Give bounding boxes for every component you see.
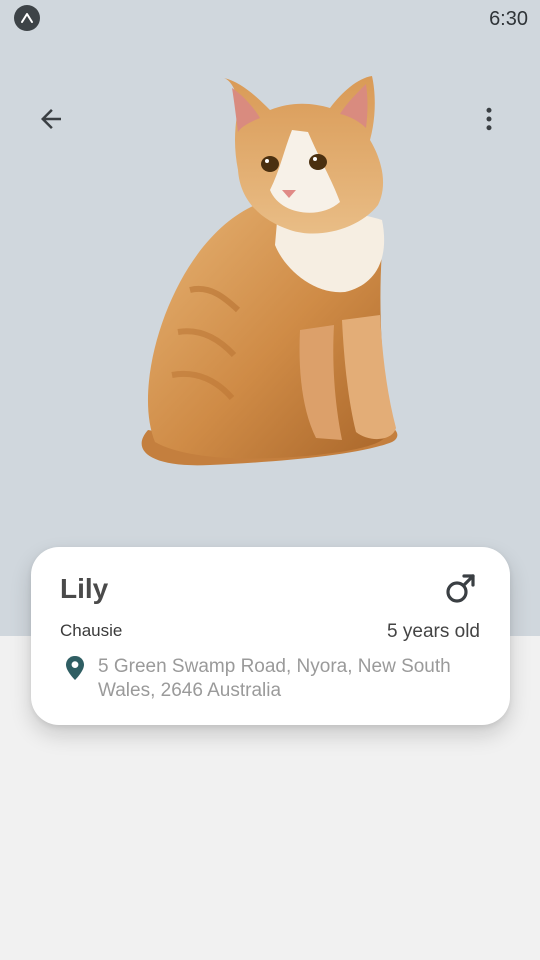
back-button[interactable] [28, 96, 74, 142]
male-icon [446, 574, 475, 603]
pet-address: 5 Green Swamp Road, Nyora, New South Wal… [98, 656, 451, 701]
arrow-back-icon [41, 109, 61, 129]
status-time: 6:30 [489, 8, 528, 30]
location-pin-icon [66, 656, 84, 680]
expo-logo-icon [14, 5, 40, 31]
more-options-button[interactable] [466, 96, 512, 142]
pet-name: Lily [60, 573, 109, 604]
status-bar: 6:30 [0, 0, 540, 38]
pet-photo [141, 76, 398, 466]
pet-hero: 6:30 [0, 0, 540, 636]
pet-breed: Chausie [60, 621, 123, 640]
more-vertical-icon [486, 107, 492, 131]
pet-age: 5 years old [387, 621, 480, 642]
pet-info-card[interactable]: Lily Chausie 5 years old 5 Green Swamp R… [31, 547, 510, 725]
